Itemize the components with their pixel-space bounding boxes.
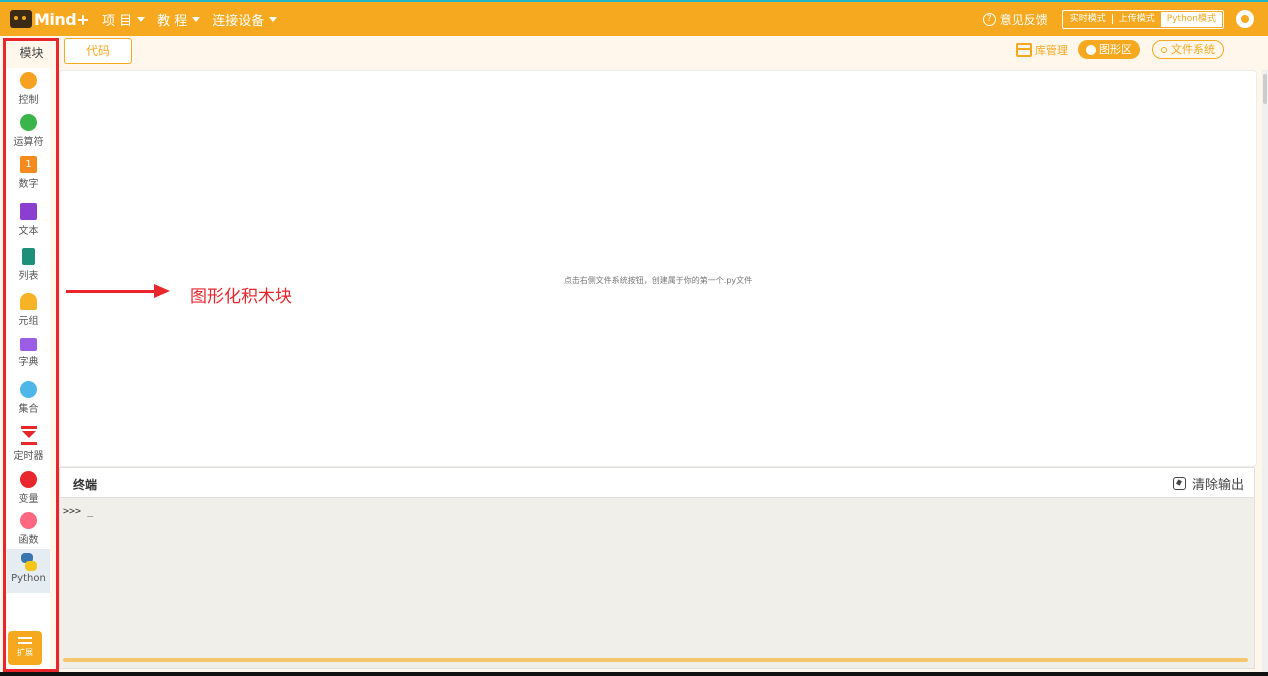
hourglass-icon — [20, 426, 37, 445]
control-icon — [20, 72, 37, 89]
category-dict[interactable]: 字典 — [7, 338, 50, 368]
block-workspace[interactable]: 点击右侧文件系统按钮，创建属于你的第一个.py文件 — [59, 70, 1257, 467]
category-number[interactable]: 1 数字 — [7, 156, 50, 190]
variable-icon — [20, 471, 37, 488]
category-timer[interactable]: 定时器 — [7, 426, 50, 462]
category-python[interactable]: Python — [7, 549, 50, 593]
mode-upload[interactable]: 上传模式 — [1113, 12, 1161, 27]
page-scrollbar[interactable] — [1262, 70, 1268, 676]
menu-connect-label: 连接设备 — [212, 13, 265, 29]
tab-code[interactable]: 代码 — [64, 38, 132, 64]
chevron-down-icon — [192, 16, 201, 22]
clear-output-button[interactable]: 清除输出 — [1172, 474, 1244, 493]
category-label: 集合 — [18, 404, 39, 415]
category-label: 字典 — [18, 357, 39, 368]
category-label: 运算符 — [13, 137, 44, 148]
category-label: 列表 — [18, 271, 39, 282]
category-label: 定时器 — [13, 451, 44, 462]
menu-tutorial-label: 教 程 — [157, 13, 188, 29]
text-icon — [20, 203, 37, 220]
category-label: 数字 — [18, 179, 39, 190]
tab-bar: 模块 代码 库管理 图形区 文件系统 — [0, 36, 1268, 68]
category-text[interactable]: 文本 — [7, 203, 50, 237]
clear-output-label: 清除输出 — [1191, 478, 1244, 493]
category-function[interactable]: 函数 — [7, 512, 50, 546]
operators-icon — [20, 114, 37, 131]
category-label: 函数 — [18, 535, 39, 546]
app-logo: Mind+ — [10, 5, 90, 33]
annotation-arrow-line — [66, 290, 156, 293]
hourglass-top — [21, 431, 36, 438]
feedback-button[interactable]: ? 意见反馈 — [982, 11, 1048, 28]
logo-text: Mind+ — [34, 9, 90, 29]
extensions-icon — [18, 637, 32, 644]
library-manager-button[interactable]: 库管理 — [1016, 42, 1068, 58]
file-system-label: 文件系统 — [1171, 43, 1215, 56]
menu-project[interactable]: 项 目 — [102, 10, 146, 29]
set-icon — [20, 381, 37, 398]
terminal-panel: 终端 清除输出 >>> _ — [59, 467, 1255, 669]
tab-file-system[interactable]: 文件系统 — [1152, 40, 1224, 59]
terminal-header: 终端 清除输出 — [60, 468, 1254, 498]
annotation-label: 图形化积木块 — [190, 287, 292, 307]
block-category-sidebar: 控制 运算符 1 数字 文本 列表 元组 字典 集合 定时器 变量 函数 Pyt… — [7, 68, 50, 672]
mode-switcher: 实时模式 上传模式 Python模式 — [1061, 9, 1224, 29]
taskbar-strip — [0, 672, 1268, 676]
chevron-down-icon — [269, 16, 278, 22]
dict-icon — [20, 338, 37, 351]
radio-dot-icon — [1161, 46, 1167, 53]
menu-connect-device[interactable]: 连接设备 — [212, 10, 278, 29]
annotation-arrow-head — [154, 284, 170, 298]
menu-tutorial[interactable]: 教 程 — [157, 10, 201, 29]
category-label: 文本 — [18, 226, 39, 237]
terminal-title: 终端 — [73, 478, 98, 492]
category-operators[interactable]: 运算符 — [7, 114, 50, 148]
graphic-area-label: 图形区 — [1099, 43, 1132, 56]
terminal-prompt[interactable]: >>> _ — [63, 506, 93, 517]
chevron-down-icon — [137, 16, 146, 22]
check-icon — [1086, 44, 1096, 55]
category-tuple[interactable]: 元组 — [7, 293, 50, 327]
feedback-label: 意见反馈 — [999, 12, 1048, 27]
function-icon — [20, 512, 37, 529]
category-variable[interactable]: 变量 — [7, 471, 50, 505]
number-icon: 1 — [20, 156, 37, 173]
top-bar: Mind+ 项 目 教 程 连接设备 ? 意见反馈 实时模式 上传模式 Pyth… — [0, 0, 1268, 36]
category-label: 控制 — [18, 95, 39, 106]
page-scrollbar-thumb[interactable] — [1263, 74, 1267, 104]
category-label: 变量 — [18, 494, 39, 505]
python-icon — [20, 553, 38, 571]
category-label: Python — [11, 573, 46, 584]
category-list[interactable]: 列表 — [7, 248, 50, 282]
tab-graphic-area[interactable]: 图形区 — [1078, 40, 1140, 59]
menu-project-label: 项 目 — [102, 13, 133, 29]
mode-realtime[interactable]: 实时模式 — [1064, 12, 1112, 27]
eraser-icon — [1172, 477, 1186, 490]
robot-logo-icon — [10, 10, 32, 28]
category-control[interactable]: 控制 — [7, 72, 50, 106]
category-set[interactable]: 集合 — [7, 381, 50, 415]
category-label: 元组 — [18, 316, 39, 327]
extensions-label: 扩展 — [17, 648, 33, 657]
tuple-icon — [20, 293, 37, 310]
library-manager-label: 库管理 — [1035, 43, 1068, 57]
mode-python[interactable]: Python模式 — [1160, 11, 1222, 27]
list-icon — [22, 248, 35, 265]
settings-gear-icon[interactable] — [1236, 10, 1254, 28]
extensions-button[interactable]: 扩展 — [8, 631, 42, 665]
tab-modules[interactable]: 模块 — [7, 40, 56, 66]
top-right-controls: ? 意见反馈 实时模式 上传模式 Python模式 — [982, 2, 1254, 36]
terminal-scrollbar[interactable] — [63, 658, 1248, 662]
library-icon — [1016, 42, 1032, 57]
view-tabs: 库管理 图形区 文件系统 — [1016, 40, 1224, 59]
question-circle-icon: ? — [982, 12, 996, 26]
